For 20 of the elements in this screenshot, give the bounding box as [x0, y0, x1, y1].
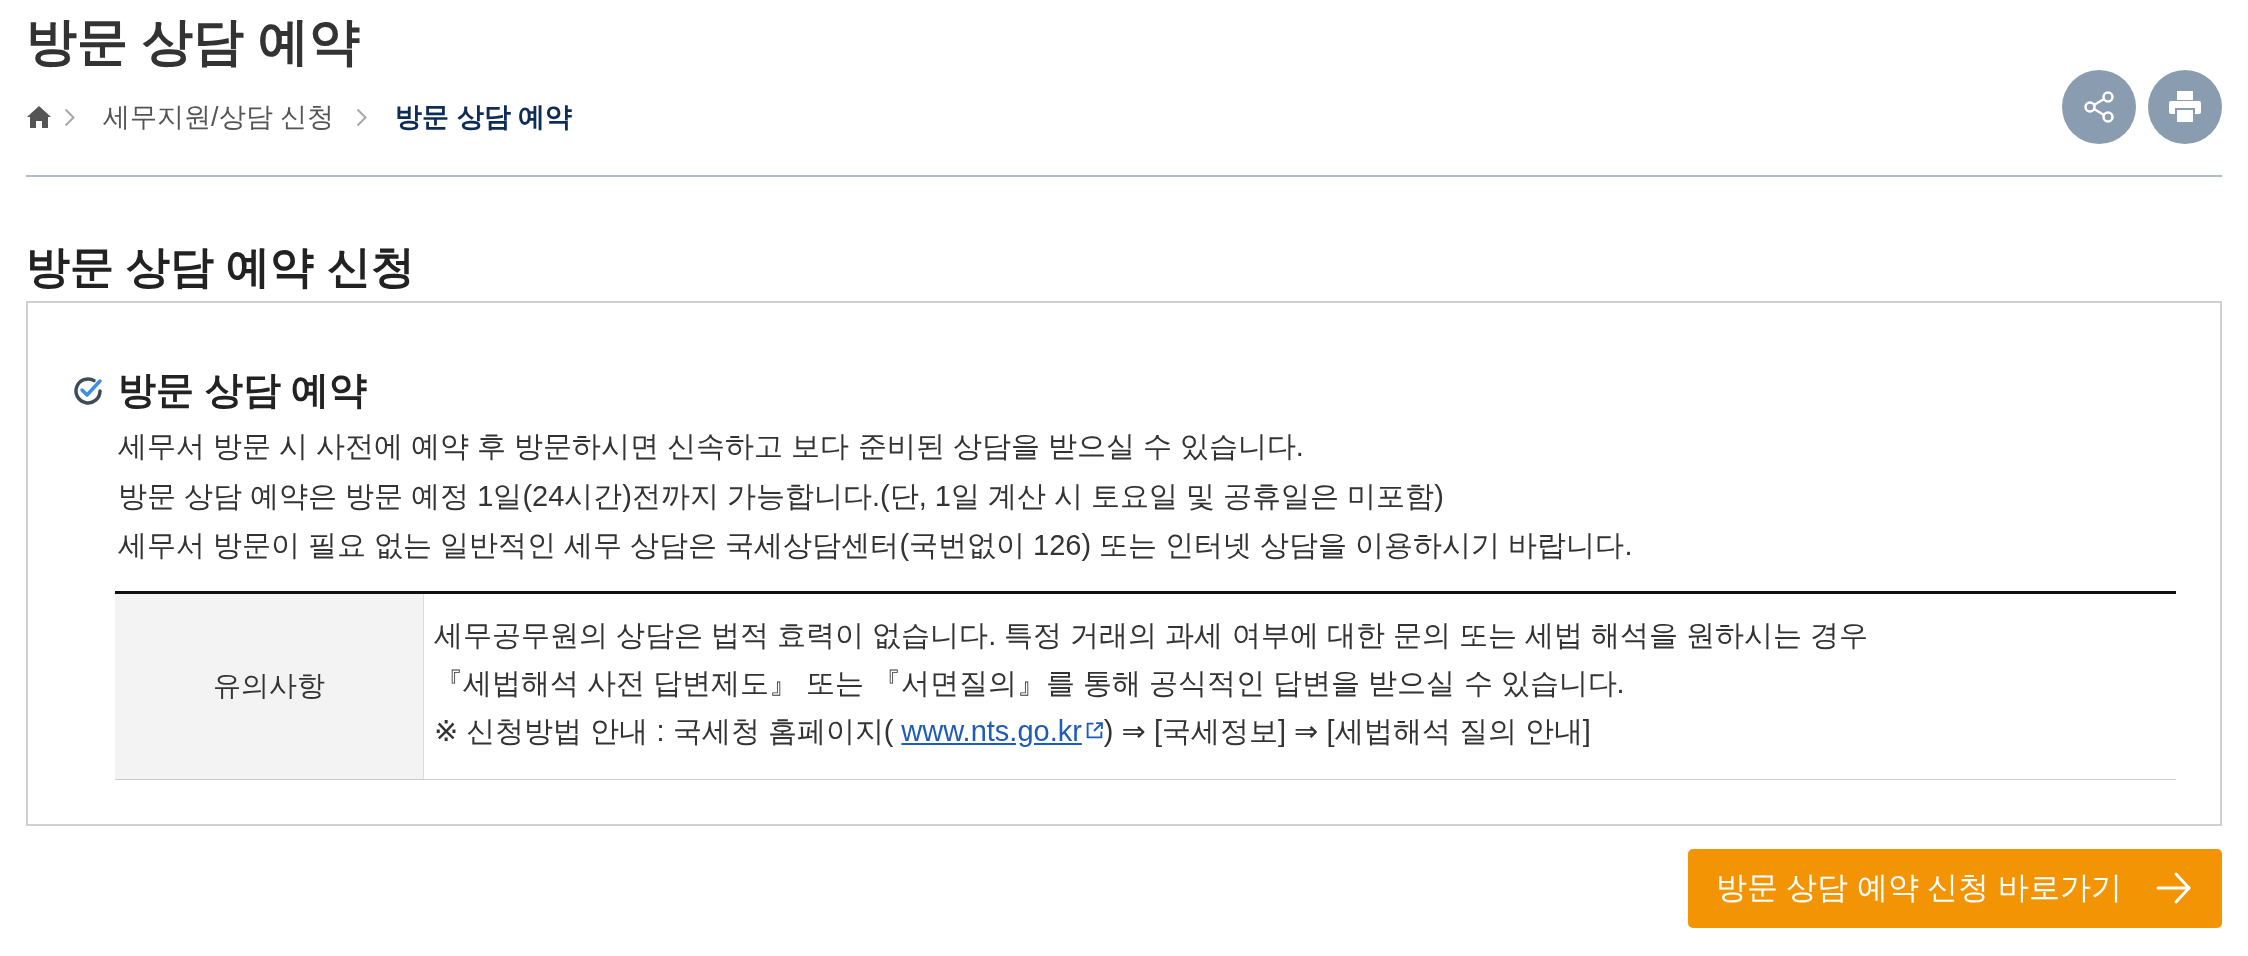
- chevron-icon: [64, 107, 75, 127]
- notice-paragraph: 세무서 방문이 필요 없는 일반적인 세무 상담은 국세상담센터(국번없이 126) 또는 인터넷 상담을 이용하시기 바랍니다.: [117, 528, 1634, 563]
- breadcrumb-link[interactable]: 세무지원/상담 신청: [103, 99, 334, 135]
- website-link[interactable]: www.nts.go.kr: [901, 706, 1104, 755]
- check-circle-icon: [72, 374, 104, 406]
- section-title: 방문 상담 예약 신청: [26, 243, 416, 291]
- home-icon[interactable]: [26, 105, 52, 129]
- share-icon: [2081, 89, 2117, 125]
- page-title: 방문 상담 예약: [26, 12, 362, 72]
- chevron-icon: [356, 107, 367, 127]
- notice-title: 방문 상담 예약: [118, 368, 368, 412]
- notice-paragraph: 방문 상담 예약은 방문 예정 1일(24시간)전까지 가능합니다.(단, 1일 계산 시 토요일 및 공휴일은 미포함): [117, 478, 1445, 514]
- external-link-icon: [1084, 721, 1104, 740]
- notice-text: 『세법해석 사전 답변제도』 또는 『서면질의』를 통해 공식적인 답변을 받으실 수 있습니다.: [434, 665, 1626, 701]
- notice-text: ※ 신청방법 안내 : 국세청 홈페이지( www.nts.go.kr ) ⇒ [국세정보] ⇒ [세법해석 질의 안내]: [434, 706, 1868, 755]
- header-label: 유의사항: [213, 669, 325, 703]
- printer-icon: [2167, 90, 2203, 124]
- breadcrumb-current-link[interactable]: 방문 상담 예약: [395, 99, 573, 135]
- notice-text: 세무공무원의 상담은 법적 효력이 없습니다. 특정 거래의 과세 여부에 대한 문의 또는 세법 해석을 원하시는 경우: [434, 617, 1868, 653]
- notice-paragraph: 세무서 방문 시 사전에 예약 후 방문하시면 신속하고 보다 준비된 상담을 받으실 수 있습니다.: [117, 429, 1305, 464]
